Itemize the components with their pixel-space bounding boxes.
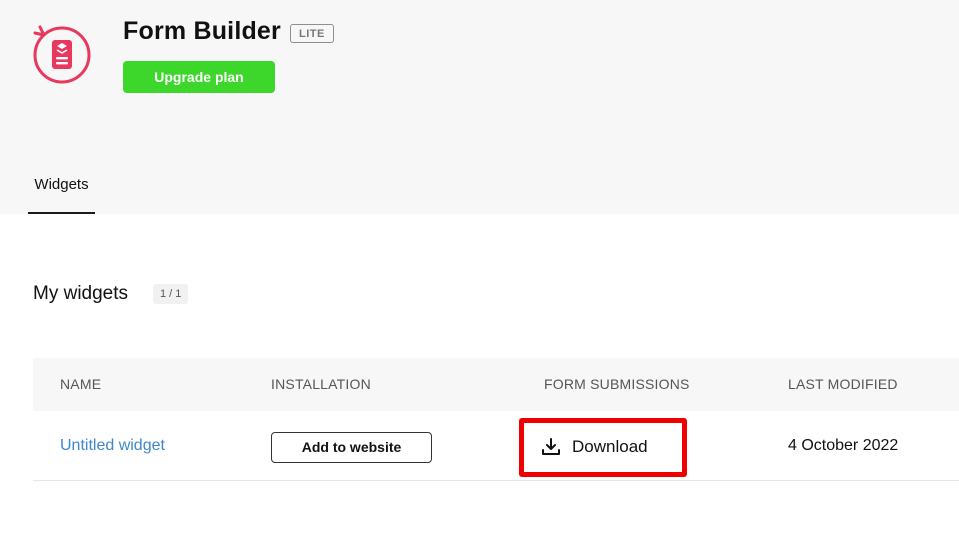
add-to-website-button[interactable]: Add to website <box>271 432 432 463</box>
plan-badge: LITE <box>290 24 334 43</box>
tab-widgets[interactable]: Widgets <box>28 173 95 214</box>
form-builder-logo-icon <box>31 24 93 86</box>
widget-count-badge: 1 / 1 <box>153 284 189 304</box>
table-row: Untitled widget Add to website Download … <box>33 411 959 481</box>
last-modified-date: 4 October 2022 <box>788 437 899 454</box>
download-label: Download <box>572 437 648 456</box>
widget-name-link[interactable]: Untitled widget <box>60 411 165 481</box>
upgrade-plan-button[interactable]: Upgrade plan <box>123 61 275 93</box>
app-header: Form Builder LITE Upgrade plan Widgets <box>0 0 959 214</box>
section-title: My widgets <box>33 283 129 304</box>
table-header: NAME INSTALLATION FORM SUBMISSIONS LAST … <box>33 358 959 411</box>
app-title: Form Builder <box>123 17 281 45</box>
column-header-last-modified: LAST MODIFIED <box>788 376 898 392</box>
download-icon <box>542 438 560 455</box>
column-header-installation: INSTALLATION <box>271 376 371 392</box>
column-header-form-submissions: FORM SUBMISSIONS <box>544 376 690 392</box>
column-header-name: NAME <box>60 376 102 392</box>
